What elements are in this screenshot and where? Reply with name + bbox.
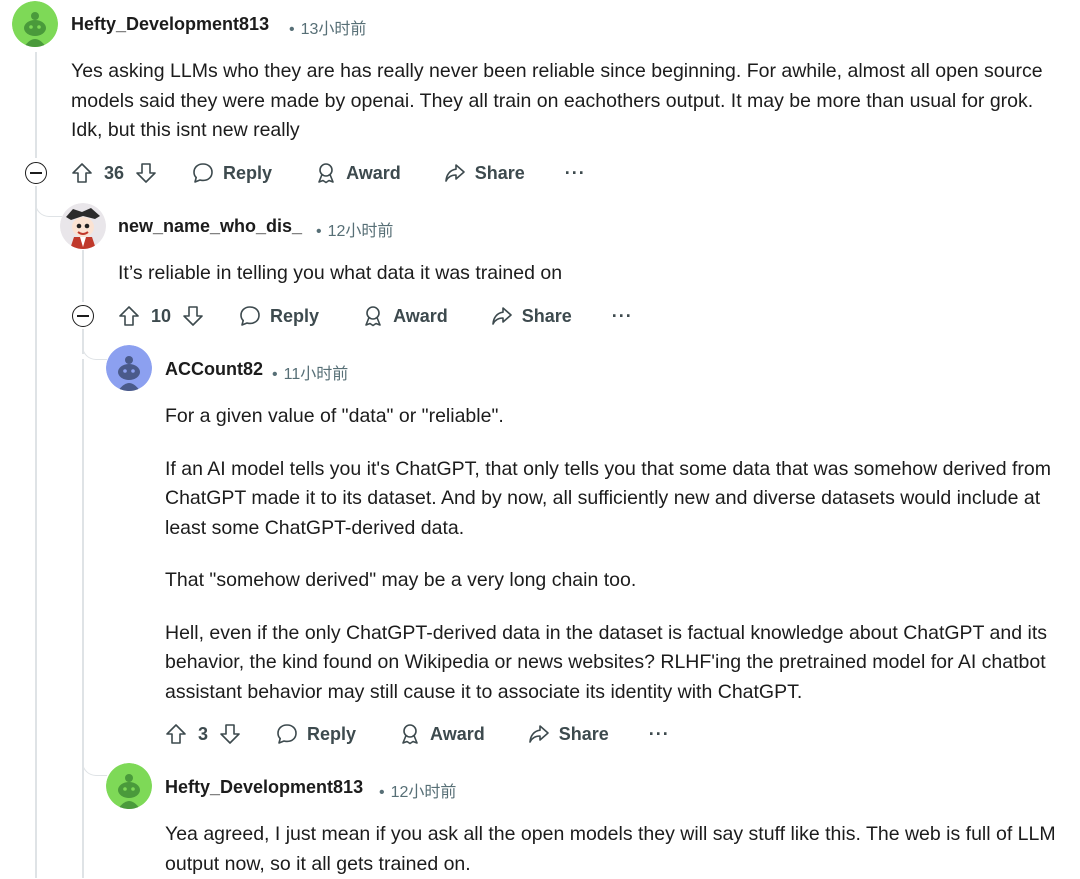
thread-branch [35,186,62,217]
share-button[interactable]: Share [490,304,572,328]
avatar[interactable] [106,763,152,809]
collapse-thread-button[interactable] [72,305,94,327]
more-options-button[interactable]: ··· [565,163,586,184]
comment-body: Yea agreed, I just mean if you ask all t… [165,820,1075,879]
blue-snoo-icon [106,345,152,391]
share-label: Share [558,723,609,744]
award-button[interactable]: Award [361,304,448,328]
comment-author[interactable]: new_name_who_dis_ [118,216,302,237]
comment-paragraph: Yes asking LLMs who they are has really … [71,60,1043,141]
more-options-button[interactable]: ··· [649,724,670,745]
share-label: Share [521,305,572,326]
comment-author[interactable]: Hefty_Development813 [71,14,269,35]
downvote-button[interactable] [219,723,241,745]
reply-button[interactable]: Reply [238,304,319,328]
comment-time: • 12小时前 [316,223,394,240]
timestamp: 13小时前 [300,21,367,38]
comment-paragraph: Yea agreed, I just mean if you ask all t… [165,823,1056,875]
downvote-button[interactable] [182,305,204,327]
comment-paragraph: For a given value of "data" or "reliable… [165,405,504,427]
award-label: Award [430,723,485,744]
green-snoo-icon [106,763,152,809]
reply-label: Reply [223,162,273,183]
thread-line [35,186,37,878]
award-icon [402,724,418,745]
avatar[interactable] [12,1,58,47]
comment-paragraph: Hell, even if the only ChatGPT-derived d… [165,621,1047,703]
comment-paragraph: If an AI model tells you it's ChatGPT, t… [165,457,1051,539]
comment-body: Yes asking LLMs who they are has really … [71,57,1061,146]
award-icon [318,163,334,184]
comment-author[interactable]: Hefty_Development813 [165,777,363,798]
vote-count: 36 [104,162,125,183]
award-button[interactable]: Award [398,722,485,746]
reply-label: Reply [270,305,320,326]
comment-bubble-icon [193,163,213,183]
comment-actions: 3 Reply Award Share ··· [165,714,670,754]
upvote-button[interactable] [71,162,93,184]
downvote-icon [183,306,203,326]
award-icon [365,306,381,327]
reply-button[interactable]: Reply [275,722,356,746]
downvote-icon [136,163,156,183]
comment-body: It’s reliable in telling you what data i… [118,259,1058,289]
award-label: Award [346,162,401,183]
comment-actions: 10 Reply Award Share ··· [118,296,633,336]
comment-body: For a given value of "data" or "reliable… [165,402,1065,707]
comment-time: • 12小时前 [379,784,457,801]
share-icon [528,725,549,743]
upvote-icon [119,306,139,326]
comment-time: • 13小时前 [289,21,367,38]
avatar[interactable] [60,203,106,249]
share-label: Share [474,162,525,183]
reply-label: Reply [307,723,357,744]
more-options-button[interactable]: ··· [612,306,633,327]
upvote-button[interactable] [165,723,187,745]
thread-line [82,359,84,878]
thread-branch [82,329,107,360]
comment-actions: 36 Reply Award Share ··· [71,153,586,193]
share-icon [491,307,512,325]
timestamp: 11小时前 [283,366,349,383]
thread-line [82,250,84,302]
share-button[interactable]: Share [443,161,525,185]
cartoon-character-icon [60,203,106,249]
reply-button[interactable]: Reply [191,161,272,185]
upvote-button[interactable] [118,305,140,327]
thread-line [35,52,37,158]
comment-bubble-icon [277,724,297,744]
comment-bubble-icon [240,306,260,326]
comment-time: • 11小时前 [272,366,349,383]
comment-paragraph: It’s reliable in telling you what data i… [118,262,563,284]
upvote-icon [166,724,186,744]
share-button[interactable]: Share [527,722,609,746]
downvote-icon [220,724,240,744]
timestamp: 12小时前 [390,784,457,801]
award-label: Award [393,305,448,326]
vote-count: 10 [151,305,172,326]
downvote-button[interactable] [135,162,157,184]
award-button[interactable]: Award [314,161,401,185]
vote-count: 3 [198,723,209,744]
green-snoo-icon [12,1,58,47]
share-icon [444,164,465,182]
comment-author[interactable]: ACCount82 [165,359,263,380]
thread-branch [82,745,107,776]
collapse-thread-button[interactable] [25,162,47,184]
upvote-icon [72,163,92,183]
timestamp: 12小时前 [327,223,394,240]
comment-paragraph: That "somehow derived" may be a very lon… [165,569,637,591]
avatar[interactable] [106,345,152,391]
